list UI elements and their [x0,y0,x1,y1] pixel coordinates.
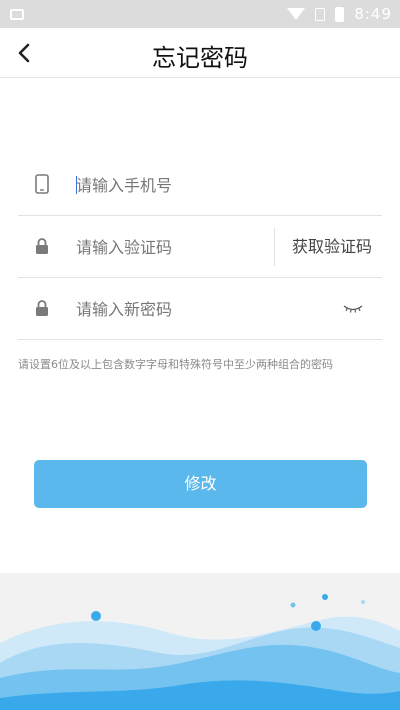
phone-input[interactable] [76,168,316,202]
phone-icon [35,174,49,194]
text-cursor [76,176,77,194]
status-bar: 8:49 [0,0,400,28]
lock-icon [36,238,48,254]
new-password-input[interactable] [76,292,316,326]
screenshot-icon [10,8,24,20]
submit-button[interactable]: 修改 [34,460,367,508]
app-header: 忘记密码 [0,28,400,78]
lock-icon [36,300,48,316]
code-row: 获取验证码 [18,216,382,278]
wave-illustration [0,594,400,710]
get-code-button[interactable]: 获取验证码 [282,230,382,264]
sim-icon [315,7,326,21]
status-time: 8:49 [354,5,392,23]
phone-row [18,154,382,216]
password-hint: 请设置6位及以上包含数字字母和特殊符号中至少两种组合的密码 [18,358,333,371]
code-divider [274,228,275,266]
code-input[interactable] [76,230,266,264]
footer-wave-decoration [0,573,400,710]
password-row [18,278,382,340]
battery-icon [335,6,345,22]
eye-closed-icon[interactable] [342,300,364,316]
page-title: 忘记密码 [152,44,248,72]
status-indicators: 8:49 [287,5,392,23]
wifi-icon [287,8,306,20]
